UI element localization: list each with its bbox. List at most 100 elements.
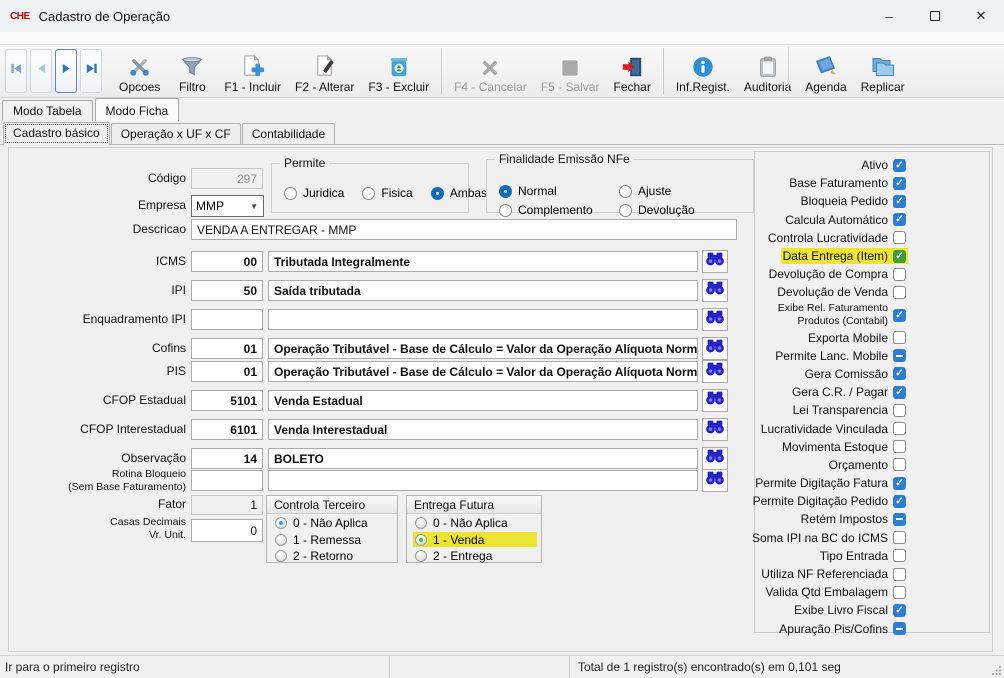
casas-decimais-field[interactable]: 0 [191, 519, 263, 542]
checkbox-ativo-icon[interactable] [893, 159, 906, 172]
radio-2-entrega[interactable]: 2 - Entrega [413, 549, 537, 564]
tab-opera-o-x-uf-x-cf[interactable]: Operação x UF x CF [111, 123, 241, 144]
toolbar-replicar-button[interactable]: Replicar [854, 47, 912, 96]
nav-next-record-button[interactable] [55, 49, 77, 93]
toolbar-filtro-button[interactable]: Filtro [167, 47, 217, 96]
tab-modo-tabela[interactable]: Modo Tabela [2, 100, 93, 121]
cfop-estadual-code-field[interactable]: 5101 [191, 390, 263, 411]
checkbox-data-entrega-item-icon[interactable] [893, 250, 906, 263]
toolbar-auditoria-button[interactable]: Auditoria [737, 47, 798, 96]
enquadramento-ipi-search-button[interactable] [702, 308, 728, 331]
checkbox-movimenta-estoque-icon[interactable] [893, 440, 906, 453]
checkbox-exibe-rel-faturamento-produtos-contabil-icon[interactable] [893, 309, 906, 322]
tab-contabilidade[interactable]: Contabilidade [242, 123, 335, 144]
toolbar-f2-alterar-button[interactable]: F2 - Alterar [288, 47, 361, 96]
ipi-search-button[interactable] [702, 279, 728, 302]
checkbox-base-faturamento-icon[interactable] [893, 177, 906, 190]
checkbox-exibe-livro-fiscal-icon[interactable] [893, 604, 906, 617]
checkbox-gera-comiss-o-icon[interactable] [893, 367, 906, 380]
empresa-select[interactable]: MMP ▼ [191, 195, 264, 217]
radio-complemento[interactable]: Complemento [499, 203, 619, 217]
resize-grip-icon[interactable] [988, 656, 1004, 678]
checkbox-bloqueia-pedido-icon[interactable] [893, 195, 906, 208]
nav-prev-record-button[interactable] [30, 49, 52, 93]
radio-1-remessa[interactable]: 1 - Remessa [273, 532, 393, 547]
radio-1-venda-icon [415, 534, 427, 546]
ipi-code-field[interactable]: 50 [191, 280, 263, 301]
radio-1-venda[interactable]: 1 - Venda [413, 532, 537, 547]
cfop-interestadual-search-button[interactable] [702, 418, 728, 441]
tab-cadastro-b-sico[interactable]: Cadastro básico [3, 122, 110, 145]
radio-ambas[interactable]: Ambas [431, 186, 487, 200]
checkbox-permite-lanc-mobile-icon[interactable] [893, 349, 906, 362]
descricao-field[interactable]: VENDA A ENTREGAR - MMP [191, 219, 737, 240]
observa-o-code-field[interactable]: 14 [191, 448, 263, 469]
checkbox-permite-digita-o-pedido-icon[interactable] [893, 495, 906, 508]
radio-2-retorno[interactable]: 2 - Retorno [273, 549, 393, 564]
icms-code-field[interactable]: 00 [191, 251, 263, 272]
checkbox-or-amento-icon[interactable] [893, 458, 906, 471]
options-checkbox-panel: AtivoBase FaturamentoBloqueia PedidoCalc… [754, 151, 990, 633]
toolbar-fechar-button[interactable]: Fechar [606, 47, 657, 96]
cfop-interestadual-code-field[interactable]: 6101 [191, 419, 263, 440]
checkbox-controla-lucratividade-icon[interactable] [893, 231, 906, 244]
checkbox-ret-m-impostos-icon[interactable] [893, 513, 906, 526]
radio-devolu-o[interactable]: Devolução [619, 203, 753, 217]
checkbox-lucratividade-vinculada-icon[interactable] [893, 422, 906, 435]
checkbox-utiliza-nf-referenciada-icon[interactable] [893, 568, 906, 581]
toolbar-f1-incluir-button[interactable]: F1 - Incluir [217, 47, 288, 96]
enquadramento-ipi-desc-field[interactable] [268, 309, 698, 330]
cfop-interestadual-desc-field[interactable]: Venda Interestadual [268, 419, 698, 440]
checkbox-row-exibe-rel-faturamento-produtos-contabil: Exibe Rel. FaturamentoProdutos (Contabil… [755, 302, 989, 329]
checkbox-apura-o-pis-cofins-icon[interactable] [893, 622, 906, 635]
ipi-desc-field[interactable]: Saída tributada [268, 280, 698, 301]
checkbox-devolu-o-de-compra-icon[interactable] [893, 268, 906, 281]
nav-last-icon [85, 62, 98, 80]
tab-modo-ficha[interactable]: Modo Ficha [95, 98, 180, 121]
rotina-bloqueio-search-button[interactable] [702, 469, 728, 492]
radio-ajuste[interactable]: Ajuste [619, 184, 753, 198]
icms-search-button[interactable] [702, 250, 728, 273]
minimize-icon[interactable]: – [866, 0, 912, 32]
radio-juridica[interactable]: Juridica [284, 186, 344, 200]
cfop-estadual-desc-field[interactable]: Venda Estadual [268, 390, 698, 411]
pis-desc-field[interactable]: Operação Tributável - Base de Cálculo = … [268, 361, 698, 382]
checkbox-tipo-entrada-icon[interactable] [893, 549, 906, 562]
checkbox-calcula-autom-tico-icon[interactable] [893, 213, 906, 226]
checkbox-devolu-o-de-venda-icon[interactable] [893, 286, 906, 299]
rotina-bloqueio-code-field[interactable] [191, 470, 263, 491]
observa-o-search-button[interactable] [702, 447, 728, 470]
toolbar-opcoes-button[interactable]: Opcoes [112, 47, 167, 96]
fator-label: Fator [9, 498, 186, 511]
maximize-icon[interactable] [912, 0, 958, 32]
nav-last-record-button[interactable] [80, 49, 102, 93]
cofins-search-button[interactable] [702, 337, 728, 360]
checkbox-valida-qtd-embalagem-icon[interactable] [893, 586, 906, 599]
rotina-bloqueio-desc-field[interactable] [268, 470, 698, 491]
label-line: Rotina Bloqueio [9, 468, 186, 481]
radio-0-n-o-aplica[interactable]: 0 - Não Aplica [413, 516, 537, 531]
checkbox-soma-ipi-na-bc-do-icms-icon[interactable] [893, 531, 906, 544]
checkbox-wrap: Bloqueia Pedido [801, 194, 906, 208]
checkbox-lei-transparencia-icon[interactable] [893, 404, 906, 417]
icms-desc-field[interactable]: Tributada Integralmente [268, 251, 698, 272]
cofins-code-field[interactable]: 01 [191, 338, 263, 359]
radio-0-n-o-aplica[interactable]: 0 - Não Aplica [273, 516, 393, 531]
toolbar-inf-regist-button[interactable]: Inf.Regist. [669, 47, 737, 96]
cfop-estadual-search-button[interactable] [702, 389, 728, 412]
checkbox-exporta-mobile-icon[interactable] [893, 331, 906, 344]
cofins-desc-field[interactable]: Operação Tributável - Base de Cálculo = … [268, 338, 698, 359]
close-icon[interactable]: ✕ [958, 0, 1004, 32]
toolbar-agenda-button[interactable]: Agenda [798, 47, 853, 96]
enquadramento-ipi-code-field[interactable] [191, 309, 263, 330]
pis-code-field[interactable]: 01 [191, 361, 263, 382]
nav-first-record-button[interactable] [5, 49, 27, 93]
checkbox-permite-digita-o-fatura-icon[interactable] [893, 477, 906, 490]
enquadramento-ipi-label: Enquadramento IPI [9, 313, 186, 326]
observa-o-desc-field[interactable]: BOLETO [268, 448, 698, 469]
checkbox-gera-c-r-pagar-icon[interactable] [893, 386, 906, 399]
radio-normal[interactable]: Normal [499, 184, 619, 198]
radio-fisica[interactable]: Fisica [362, 186, 412, 200]
toolbar-f3-excluir-button[interactable]: F3 - Excluir [361, 47, 436, 96]
pis-search-button[interactable] [702, 360, 728, 383]
